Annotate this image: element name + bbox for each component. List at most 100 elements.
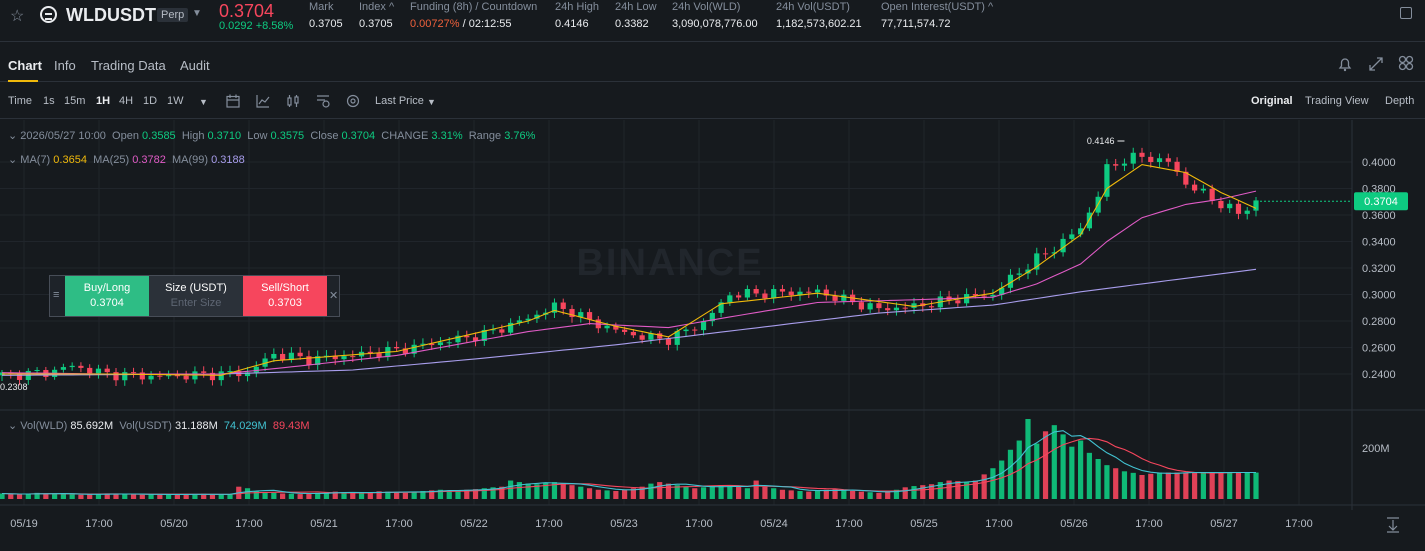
low-marker-label: 0.2308	[0, 382, 28, 392]
tab-audit[interactable]: Audit	[180, 58, 210, 73]
price-type-chevron-icon[interactable]: ▼	[427, 97, 436, 107]
interval-4h[interactable]: 4H	[119, 95, 133, 107]
interval-1s[interactable]: 1s	[43, 95, 55, 107]
volume-bar	[744, 488, 750, 499]
volume-bar	[218, 494, 224, 499]
symbol-name[interactable]: WLDUSDT	[66, 5, 156, 26]
settings-icon[interactable]	[346, 94, 360, 108]
candle-body	[586, 312, 593, 320]
tab-trading-data[interactable]: Trading Data	[91, 58, 166, 73]
candle-body	[867, 303, 873, 310]
ohlc-legend: ⌄ 2026/05/27 10:00 Open 0.3585 High 0.37…	[8, 130, 536, 142]
price-tick-label: 0.3200	[1362, 263, 1396, 275]
volume-bar	[1095, 459, 1101, 499]
candle-body	[297, 352, 303, 357]
volume-bar	[1139, 475, 1145, 499]
time-tick-label: 17:00	[685, 518, 713, 530]
view-trading-view[interactable]: Trading View	[1305, 95, 1369, 107]
chart-svg[interactable]: BINANCE 0.40000.38000.36000.34000.32000.…	[0, 120, 1425, 551]
bell-icon[interactable]	[1337, 56, 1353, 72]
volume-bar	[139, 494, 145, 499]
interval-1w[interactable]: 1W	[167, 95, 184, 107]
candle-body	[1060, 238, 1066, 253]
chart-type-icon[interactable]	[286, 94, 300, 108]
volume-bar	[52, 493, 58, 499]
sell-short-button[interactable]: Sell/Short 0.3703	[243, 276, 327, 316]
favorite-star-icon[interactable]: ☆	[10, 6, 24, 26]
size-input[interactable]: Size (USDT) Enter Size	[149, 276, 243, 316]
candle-body	[280, 353, 286, 360]
price-tick-label: 0.3400	[1362, 237, 1396, 249]
candle-body	[964, 294, 970, 304]
price-tick-label: 0.2800	[1362, 316, 1396, 328]
candle-body	[174, 375, 180, 377]
candle-body	[753, 288, 759, 294]
stat-funding: Funding (8h) / Countdown 0.00727% / 02:12…	[410, 1, 538, 30]
candle-body	[665, 338, 672, 345]
template-icon[interactable]	[316, 94, 330, 108]
interval-time[interactable]: Time	[8, 95, 32, 107]
view-depth[interactable]: Depth	[1385, 95, 1414, 107]
candle-body	[1130, 152, 1136, 164]
volume-bar	[122, 494, 128, 499]
volume-bar	[736, 486, 742, 499]
chart-area[interactable]: BINANCE 0.4000 0.3800 0.3600 0.3400 0.3200 0.…	[0, 120, 1425, 551]
volume-bar	[174, 494, 180, 499]
interval-15m[interactable]: 15m	[64, 95, 85, 107]
view-original[interactable]: Original	[1251, 95, 1293, 107]
indicators-icon[interactable]	[256, 94, 270, 108]
interval-1h[interactable]: 1H	[96, 95, 110, 107]
calendar-icon[interactable]	[226, 94, 240, 108]
volume-bar	[779, 489, 786, 499]
tab-chart[interactable]: Chart	[8, 58, 42, 73]
stat-index[interactable]: Index ^ 0.3705	[359, 0, 394, 30]
chart-tabs: Chart Info Trading Data Audit	[0, 44, 1425, 82]
volume-bar	[227, 494, 233, 499]
volume-bar	[525, 483, 531, 499]
candle-body	[1156, 158, 1163, 163]
volume-bar	[60, 494, 66, 499]
chart-toolbar: Time 1s 15m 1H 4H 1D 1W ▼ Last Price ▼ O…	[0, 83, 1425, 119]
interval-more-icon[interactable]: ▼	[199, 97, 208, 107]
stat-24h-low: 24h Low 0.3382	[615, 1, 657, 30]
ticker-header: ☆ WLDUSDT Perp ▼ 0.3704 0.0292 +8.58% Ma…	[0, 0, 1425, 42]
volume-bar	[788, 490, 794, 499]
candle-body	[1218, 200, 1224, 209]
close-icon[interactable]: ✕	[329, 289, 338, 302]
candle-body	[1139, 152, 1145, 157]
tab-info[interactable]: Info	[54, 58, 76, 73]
candle-body	[157, 375, 163, 377]
volume-bar	[1069, 446, 1075, 499]
time-tick-label: 05/27	[1210, 518, 1238, 530]
volume-bar	[709, 486, 715, 499]
time-tick-label: 05/19	[10, 518, 38, 530]
price-type-select[interactable]: Last Price	[375, 95, 424, 107]
time-tick-label: 05/24	[760, 518, 788, 530]
volume-bar	[841, 490, 847, 499]
candle-body	[1042, 253, 1049, 255]
volume-bar	[271, 492, 277, 499]
stat-open-interest[interactable]: Open Interest(USDT) ^ 77,711,574.72	[881, 0, 993, 30]
volume-bar	[858, 491, 864, 499]
time-tick-label: 17:00	[535, 518, 563, 530]
layout-icon[interactable]	[1400, 7, 1412, 19]
volume-ma2-line	[1, 437, 1256, 495]
interval-1d[interactable]: 1D	[143, 95, 157, 107]
volume-bar	[402, 492, 408, 499]
volume-bar	[692, 488, 698, 499]
buy-long-button[interactable]: Buy/Long 0.3704	[65, 276, 149, 316]
fullscreen-icon[interactable]	[1368, 56, 1384, 72]
drag-handle-icon[interactable]: ≡	[53, 289, 59, 301]
time-tick-label: 05/22	[460, 518, 488, 530]
active-tab-indicator	[8, 80, 38, 82]
candle-body	[113, 372, 119, 381]
stat-24h-vol-wld: 24h Vol(WLD) 3,090,078,776.00	[672, 1, 758, 30]
candle-body	[771, 289, 777, 299]
candle-body	[902, 307, 908, 309]
chevron-down-icon[interactable]: ▼	[192, 8, 202, 19]
grid-layout-icon[interactable]	[1398, 55, 1414, 71]
candle-body	[604, 325, 610, 329]
volume-bar	[288, 493, 294, 499]
volume-bar	[850, 491, 856, 499]
volume-bar	[613, 491, 619, 499]
